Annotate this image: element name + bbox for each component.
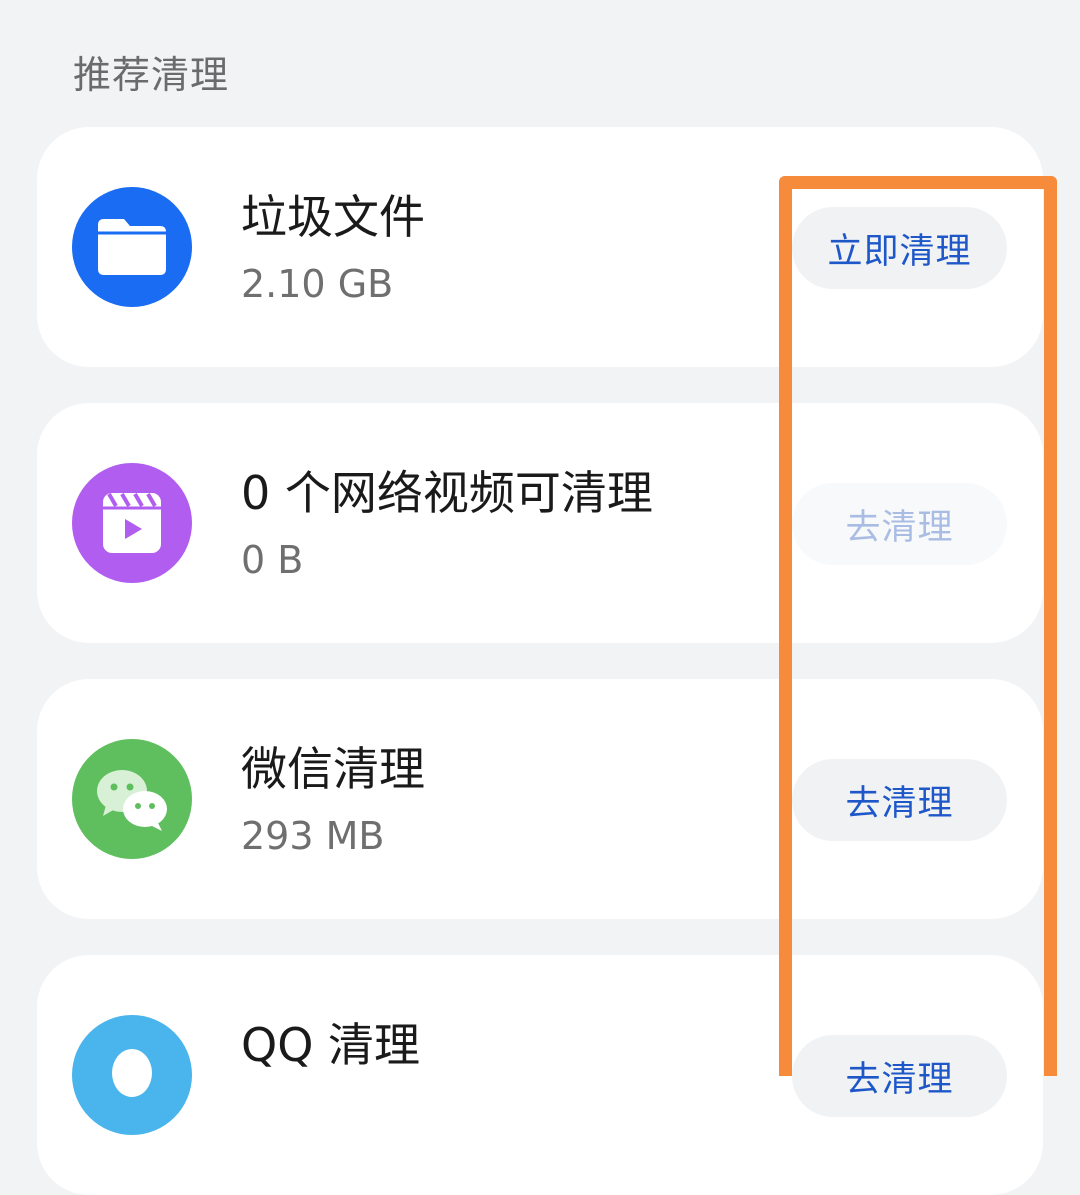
item-size: 2.10 GB	[241, 262, 394, 306]
item-size: 293 MB	[241, 814, 385, 858]
section-title: 推荐清理	[73, 53, 230, 97]
item-title: 0 个网络视频可清理	[241, 466, 653, 520]
item-size: 0 B	[241, 538, 304, 582]
clean-now-button[interactable]: 立即清理	[792, 207, 1007, 289]
qq-icon	[72, 1015, 192, 1135]
list-item-network-videos[interactable]: 0 个网络视频可清理 0 B 去清理	[37, 403, 1043, 643]
list-item-qq[interactable]: QQ 清理 去清理	[37, 955, 1043, 1195]
folder-icon	[72, 187, 192, 307]
go-clean-button[interactable]: 去清理	[792, 759, 1007, 841]
item-title: 垃圾文件	[241, 190, 425, 244]
go-clean-button-disabled: 去清理	[792, 483, 1007, 565]
item-title: QQ 清理	[241, 1018, 421, 1072]
item-title: 微信清理	[241, 742, 425, 796]
list-item-junk-files[interactable]: 垃圾文件 2.10 GB 立即清理	[37, 127, 1043, 367]
go-clean-button[interactable]: 去清理	[792, 1035, 1007, 1117]
list-item-wechat[interactable]: 微信清理 293 MB 去清理	[37, 679, 1043, 919]
video-icon	[72, 463, 192, 583]
wechat-icon	[72, 739, 192, 859]
